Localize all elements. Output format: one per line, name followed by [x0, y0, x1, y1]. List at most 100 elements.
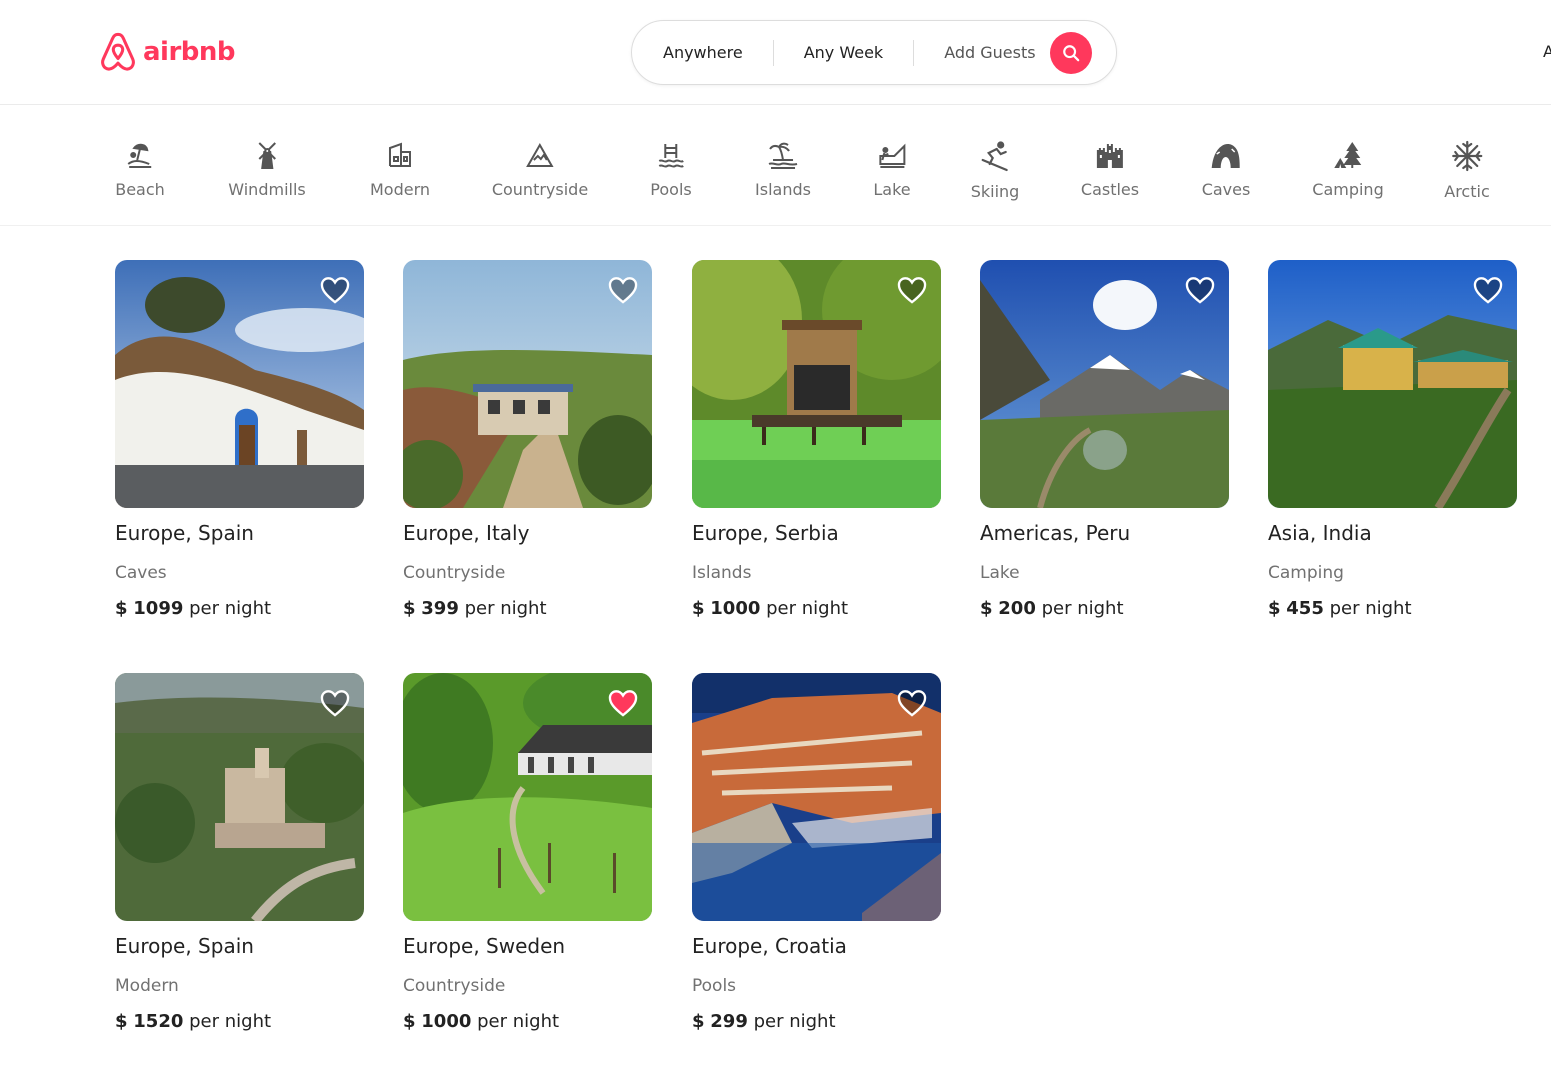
brand-name: airbnb — [143, 37, 236, 67]
airbnb-logo[interactable]: airbnb — [99, 32, 236, 72]
listing-card[interactable]: Americas, Peru Lake $ 200 per night — [980, 260, 1229, 619]
heart-icon[interactable] — [1185, 276, 1215, 304]
heart-icon[interactable] — [1473, 276, 1503, 304]
category-countryside[interactable]: Countryside — [492, 140, 588, 199]
price-currency: $ — [403, 598, 416, 619]
search-where[interactable]: Anywhere — [632, 43, 773, 62]
price-unit: per night — [189, 598, 272, 619]
price-amount: 1520 — [133, 1011, 184, 1032]
listing-title: Europe, Croatia — [692, 934, 847, 958]
listing-category: Countryside — [403, 976, 506, 996]
search-icon — [1062, 44, 1079, 61]
category-label: Countryside — [491, 180, 589, 199]
category-camping[interactable]: Camping — [1312, 140, 1384, 199]
listing-category: Caves — [115, 563, 167, 583]
modern-house-icon — [389, 142, 411, 167]
search-bar[interactable]: Anywhere Any Week Add Guests — [631, 20, 1117, 85]
category-pools[interactable]: Pools — [650, 140, 692, 199]
header-edge-text[interactable]: A — [1543, 42, 1551, 61]
price-unit: per night — [766, 598, 849, 619]
listing-price: $ 299 per night — [692, 1011, 941, 1032]
category-windmills[interactable]: Windmills — [228, 140, 306, 199]
listing-title: Europe, Spain — [115, 521, 254, 545]
listing-title: Asia, India — [1268, 521, 1372, 545]
price-currency: $ — [692, 1011, 705, 1032]
heart-icon[interactable] — [897, 689, 927, 717]
price-currency: $ — [115, 598, 128, 619]
search-guests[interactable]: Add Guests — [914, 43, 1049, 62]
category-label: Skiing — [970, 182, 1020, 201]
listing-title: Europe, Spain — [115, 934, 254, 958]
heart-icon[interactable] — [608, 276, 638, 304]
listing-photo[interactable] — [1268, 260, 1517, 508]
windmill-icon — [258, 142, 276, 169]
category-label: Caves — [1201, 180, 1251, 199]
price-currency: $ — [1268, 598, 1281, 619]
listing-title: Europe, Sweden — [403, 934, 566, 958]
listing-title: Europe, Serbia — [692, 521, 839, 545]
category-skiing[interactable]: Skiing — [970, 140, 1020, 201]
search-when[interactable]: Any Week — [774, 43, 913, 62]
heart-icon[interactable] — [320, 689, 350, 717]
heart-icon[interactable] — [320, 276, 350, 304]
category-label: Modern — [369, 180, 431, 199]
listing-photo[interactable] — [115, 673, 364, 921]
listing-price: $ 1000 per night — [692, 598, 941, 619]
price-currency: $ — [403, 1011, 416, 1032]
listing-category: Camping — [1268, 563, 1344, 583]
category-islands[interactable]: Islands — [755, 140, 811, 199]
category-bar: Beach Windmills Modern Countryside Pools… — [0, 106, 1551, 226]
beach-icon — [127, 143, 151, 168]
price-amount: 1099 — [133, 598, 184, 619]
skiing-icon — [981, 141, 1009, 172]
listing-category: Countryside — [403, 563, 506, 583]
listing-category: Pools — [692, 976, 737, 996]
listing-card[interactable]: Europe, Croatia Pools $ 299 per night — [692, 673, 941, 1032]
category-arctic[interactable]: Arctic — [1444, 140, 1490, 201]
listing-card[interactable]: Europe, Spain Caves $ 1099 per night — [115, 260, 364, 619]
heart-icon[interactable] — [897, 276, 927, 304]
price-amount: 455 — [1286, 598, 1324, 619]
price-amount: 299 — [710, 1011, 748, 1032]
price-unit: per night — [1329, 598, 1412, 619]
price-currency: $ — [980, 598, 993, 619]
search-button[interactable] — [1049, 31, 1092, 74]
category-beach[interactable]: Beach — [115, 140, 165, 199]
category-label: Castles — [1080, 180, 1140, 199]
price-amount: 200 — [998, 598, 1036, 619]
listing-photo[interactable] — [692, 260, 941, 508]
listing-category: Lake — [980, 563, 1020, 583]
listing-photo[interactable] — [980, 260, 1229, 508]
listing-card[interactable]: Europe, Spain Modern $ 1520 per night — [115, 673, 364, 1032]
price-currency: $ — [692, 598, 705, 619]
category-castles[interactable]: Castles — [1081, 140, 1139, 199]
listing-photo[interactable] — [115, 260, 364, 508]
listing-card[interactable]: Europe, Serbia Islands $ 1000 per night — [692, 260, 941, 619]
listing-card[interactable]: Europe, Italy Countryside $ 399 per nigh… — [403, 260, 652, 619]
pool-icon — [658, 144, 684, 168]
price-unit: per night — [189, 1011, 272, 1032]
camping-icon — [1334, 142, 1361, 168]
top-header: airbnb Anywhere Any Week Add Guests A — [0, 0, 1551, 105]
listing-photo[interactable] — [403, 673, 652, 921]
listing-card[interactable]: Asia, India Camping $ 455 per night — [1268, 260, 1517, 619]
category-caves[interactable]: Caves — [1201, 140, 1251, 199]
heart-icon[interactable] — [608, 689, 638, 717]
listing-photo[interactable] — [692, 673, 941, 921]
category-lake[interactable]: Lake — [873, 140, 911, 199]
category-label: Camping — [1312, 180, 1384, 199]
mountain-icon — [526, 142, 554, 167]
category-label: Beach — [115, 180, 165, 199]
price-amount: 399 — [421, 598, 459, 619]
listing-price: $ 399 per night — [403, 598, 652, 619]
listing-card[interactable]: Europe, Sweden Countryside $ 1000 per ni… — [403, 673, 652, 1032]
listing-price: $ 200 per night — [980, 598, 1229, 619]
category-modern[interactable]: Modern — [370, 140, 430, 199]
airbnb-logo-icon — [101, 32, 135, 71]
category-label: Pools — [650, 180, 692, 199]
listing-price: $ 1520 per night — [115, 1011, 364, 1032]
listing-photo[interactable] — [403, 260, 652, 508]
listing-category: Islands — [692, 563, 752, 583]
castle-icon — [1097, 144, 1123, 168]
island-icon — [768, 142, 798, 169]
